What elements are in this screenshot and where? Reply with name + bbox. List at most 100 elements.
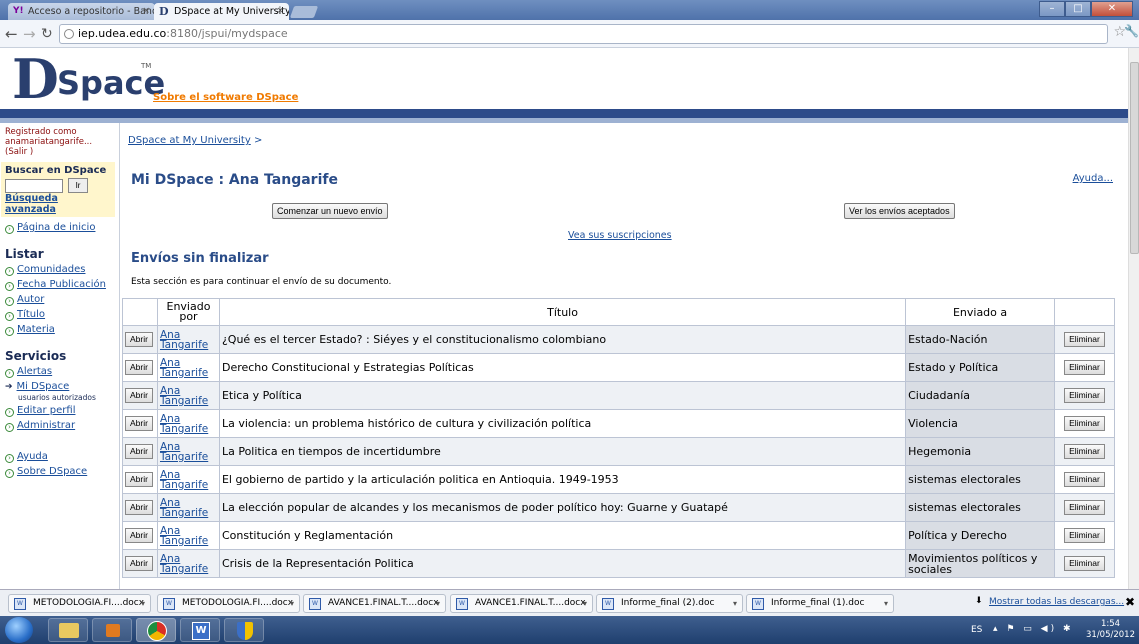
home-link[interactable]: Página de inicio: [17, 222, 95, 233]
logout-link[interactable]: (Salir ): [5, 147, 33, 157]
sidebar-item-alerts[interactable]: Alertas: [17, 366, 52, 377]
open-button[interactable]: Abrir: [125, 416, 153, 431]
remove-button[interactable]: Eliminar: [1064, 388, 1105, 403]
taskbar-clock[interactable]: 1:54 31/05/2012: [1086, 619, 1135, 641]
remove-button[interactable]: Eliminar: [1064, 444, 1105, 459]
browser-tab-dspace[interactable]: D DSpace at My University: M ×: [154, 3, 289, 20]
open-button[interactable]: Abrir: [125, 528, 153, 543]
submitter-link[interactable]: Ana: [160, 357, 217, 368]
chevron-down-icon[interactable]: ▾: [290, 595, 294, 612]
browser-tab-repositorio[interactable]: Y! Acceso a repositorio - Band ×: [8, 3, 155, 20]
about-software-link[interactable]: Sobre el software DSpace: [153, 92, 298, 103]
submitter-link[interactable]: Ana: [160, 469, 217, 480]
dspace-logo-d[interactable]: D: [12, 51, 59, 107]
submitter-link[interactable]: Tangarife: [160, 423, 217, 434]
start-button[interactable]: [5, 617, 33, 643]
chrome-taskbar-icon[interactable]: [136, 618, 176, 642]
download-item[interactable]: W METODOLOGIA.FI....docx ▾: [157, 594, 300, 613]
new-tab-button[interactable]: [289, 6, 319, 18]
language-indicator[interactable]: ES: [971, 625, 982, 635]
address-bar[interactable]: iep.udea.edu.co:8180/jspui/mydspace: [59, 24, 1108, 44]
open-button[interactable]: Abrir: [125, 500, 153, 515]
chevron-down-icon[interactable]: ▾: [583, 595, 587, 612]
remove-button[interactable]: Eliminar: [1064, 500, 1105, 515]
system-tray-icons[interactable]: ▴ ⚑ ▭ ◀) ✱: [993, 624, 1074, 634]
remove-button[interactable]: Eliminar: [1064, 528, 1105, 543]
submitter-link[interactable]: Tangarife: [160, 535, 217, 546]
sidebar-item-mydspace[interactable]: Mi DSpace: [17, 381, 70, 392]
advanced-search-link[interactable]: Búsqueda avanzada: [5, 193, 111, 215]
chevron-down-icon[interactable]: ▾: [141, 595, 145, 612]
dspace-logo-text[interactable]: Space: [57, 66, 165, 100]
submitter-link[interactable]: Tangarife: [160, 339, 217, 350]
new-submission-button[interactable]: Comenzar un nuevo envío: [272, 203, 388, 219]
submitter-link[interactable]: Tangarife: [160, 451, 217, 462]
sidebar-item-title[interactable]: Título: [17, 309, 45, 320]
back-arrow-icon[interactable]: ←: [5, 25, 18, 43]
close-window-icon[interactable]: ✕: [1091, 1, 1133, 17]
media-taskbar-icon[interactable]: [92, 618, 132, 642]
wrench-icon[interactable]: 🔧: [1124, 24, 1139, 38]
page-scrollbar[interactable]: [1128, 48, 1139, 589]
close-tab-icon[interactable]: ×: [142, 3, 150, 20]
open-button[interactable]: Abrir: [125, 388, 153, 403]
minimize-icon[interactable]: –: [1039, 1, 1065, 17]
submitter-link[interactable]: Tangarife: [160, 395, 217, 406]
open-button[interactable]: Abrir: [125, 332, 153, 347]
sidebar-item-communities[interactable]: Comunidades: [17, 264, 85, 275]
submitter-link[interactable]: Ana: [160, 441, 217, 452]
chevron-down-icon[interactable]: ▾: [884, 595, 888, 612]
sidebar-item-edit-profile[interactable]: Editar perfil: [17, 405, 75, 416]
submitter-link[interactable]: Ana: [160, 525, 217, 536]
submitter-link[interactable]: Ana: [160, 329, 217, 340]
download-item[interactable]: W Informe_final (2).doc ▾: [596, 594, 743, 613]
submitter-link[interactable]: Tangarife: [160, 507, 217, 518]
show-all-downloads-link[interactable]: Mostrar todas las descargas...: [989, 597, 1124, 607]
subscriptions-link[interactable]: Vea sus suscripciones: [568, 230, 672, 241]
search-go-button[interactable]: Ir: [68, 178, 89, 193]
submitter-link[interactable]: Ana: [160, 413, 217, 424]
chevron-down-icon[interactable]: ▾: [733, 595, 737, 612]
scrollbar-thumb[interactable]: [1130, 62, 1139, 254]
word-taskbar-icon[interactable]: W: [180, 618, 220, 642]
maximize-icon[interactable]: □: [1065, 1, 1091, 17]
explorer-taskbar-icon[interactable]: [48, 618, 88, 642]
remove-button[interactable]: Eliminar: [1064, 332, 1105, 347]
sidebar-item-admin[interactable]: Administrar: [17, 420, 75, 431]
download-item[interactable]: W Informe_final (1).doc ▾: [746, 594, 894, 613]
remove-button[interactable]: Eliminar: [1064, 360, 1105, 375]
sidebar-item-author[interactable]: Autor: [17, 294, 44, 305]
open-button[interactable]: Abrir: [125, 556, 153, 571]
sidebar-item-about[interactable]: Sobre DSpace: [17, 466, 87, 477]
submitter-link[interactable]: Tangarife: [160, 367, 217, 378]
remove-button[interactable]: Eliminar: [1064, 472, 1105, 487]
view-accepted-button[interactable]: Ver los envíos aceptados: [844, 203, 955, 219]
close-icon[interactable]: ✖: [1125, 595, 1135, 609]
forward-arrow-icon[interactable]: →: [23, 25, 36, 43]
sidebar-item-date[interactable]: Fecha Publicación: [17, 279, 106, 290]
submission-title: La elección popular de alcandes y los me…: [218, 493, 907, 522]
submitter-link[interactable]: Tangarife: [160, 563, 217, 574]
close-tab-icon[interactable]: ×: [276, 3, 284, 20]
open-button[interactable]: Abrir: [125, 444, 153, 459]
download-item[interactable]: W METODOLOGIA.FI....docx ▾: [8, 594, 151, 613]
help-link[interactable]: Ayuda...: [1073, 173, 1113, 184]
sidebar-item-help[interactable]: Ayuda: [17, 451, 48, 462]
submitter-link[interactable]: Ana: [160, 553, 217, 564]
search-input[interactable]: [5, 178, 63, 193]
remove-button[interactable]: Eliminar: [1064, 556, 1105, 571]
open-button[interactable]: Abrir: [125, 360, 153, 375]
download-item[interactable]: W AVANCE1.FINAL.T....docx ▾: [450, 594, 593, 613]
submitter-link[interactable]: Ana: [160, 385, 217, 396]
remove-button[interactable]: Eliminar: [1064, 416, 1105, 431]
download-item[interactable]: W AVANCE1.FINAL.T....docx ▾: [303, 594, 446, 613]
breadcrumb-home-link[interactable]: DSpace at My University: [128, 135, 251, 146]
open-button[interactable]: Abrir: [125, 472, 153, 487]
sidebar-item-subject[interactable]: Materia: [17, 324, 55, 335]
chevron-down-icon[interactable]: ▾: [436, 595, 440, 612]
security-shield-taskbar-icon[interactable]: [224, 618, 264, 642]
table-row: Abrir Ana Tangarife Derecho Constitucional …: [122, 353, 1115, 382]
reload-icon[interactable]: ↻: [41, 25, 53, 43]
submitter-link[interactable]: Ana: [160, 497, 217, 508]
submitter-link[interactable]: Tangarife: [160, 479, 217, 490]
